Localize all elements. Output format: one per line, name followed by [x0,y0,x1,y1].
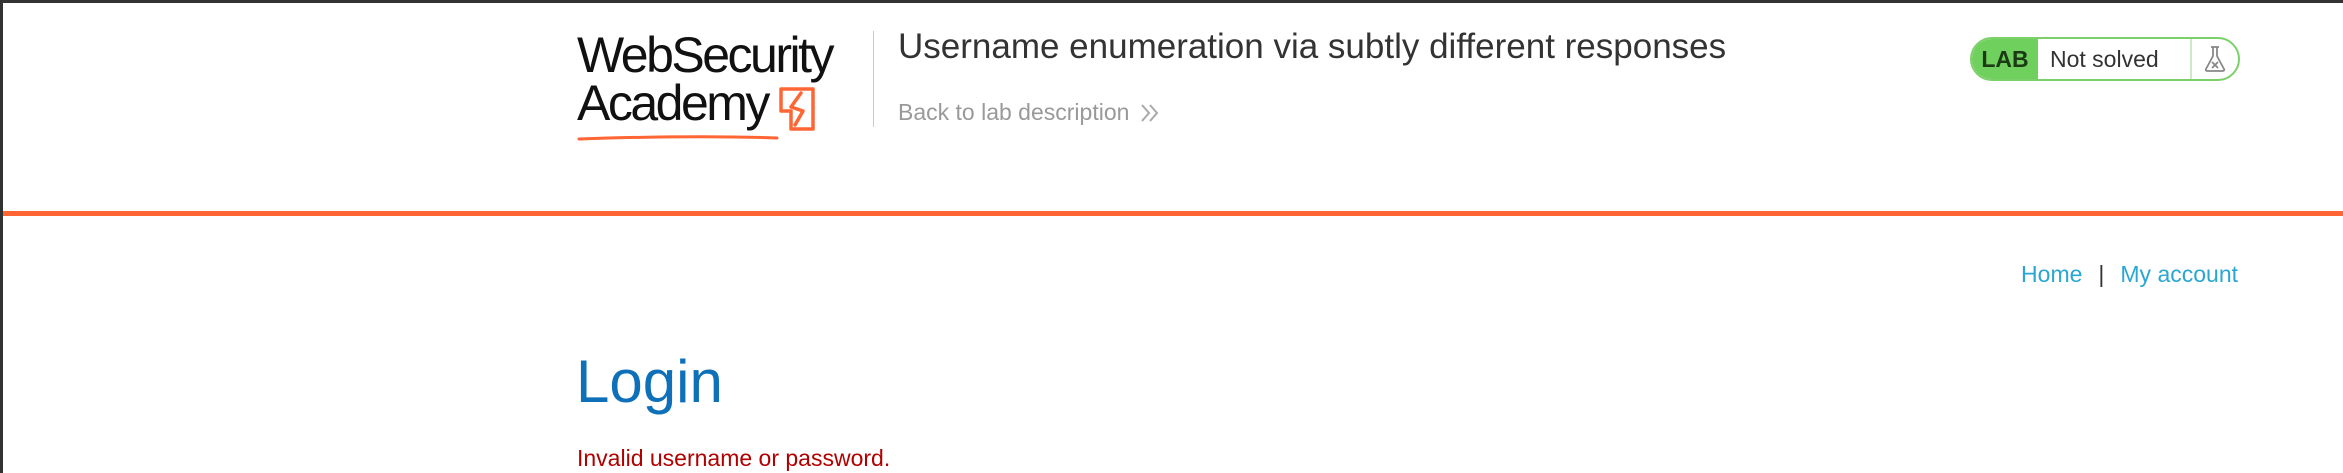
nav-home-link[interactable]: Home [2021,261,2082,288]
lab-status-widget: LAB Not solved [1970,37,2240,81]
double-chevron-right-icon [1141,103,1159,122]
logo-line-1: WebSecurity [577,27,835,83]
logo-underline-swoosh [577,135,779,141]
lab-header: WebSecurity Academy Username enumeration… [3,3,2343,212]
flask-icon [2192,39,2238,79]
header-divider [873,31,874,127]
nav-my-account-link[interactable]: My account [2120,261,2238,288]
browser-viewport: WebSecurity Academy Username enumeration… [0,0,2343,473]
lab-status-text: Not solved [2038,39,2192,79]
login-error-message: Invalid username or password. [577,445,891,471]
nav-separator: | [2098,261,2105,287]
logo-line-2: Academy [577,75,770,131]
web-security-academy-logo[interactable]: WebSecurity Academy [577,27,873,143]
back-link-label: Back to lab description [898,99,1130,125]
back-to-lab-description-link[interactable]: Back to lab description [898,99,1161,126]
logo-lightning-mark-icon [779,87,815,131]
lab-title: Username enumeration via subtly differen… [898,27,1727,66]
page-title: Login [576,348,723,415]
lab-badge: LAB [1972,39,2038,79]
top-nav: Home | My account [2021,261,2238,288]
header-accent-rule [3,211,2343,216]
